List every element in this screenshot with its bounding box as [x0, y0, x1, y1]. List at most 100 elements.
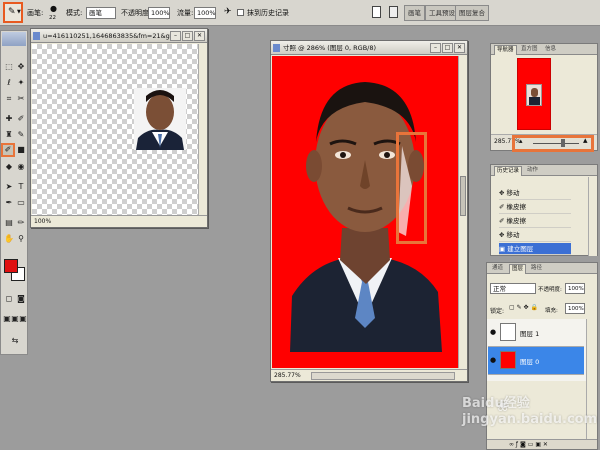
close-button[interactable]: ✕ [194, 31, 205, 41]
lasso-tool-icon[interactable]: ℓ [3, 77, 15, 89]
tab-layers[interactable]: 图层 [509, 264, 527, 274]
lock-icons[interactable]: ▢ ✎ ✥ 🔒 [509, 304, 538, 311]
erase-history-label: 抹到历史记录 [247, 9, 289, 17]
main-zoom[interactable]: 285.77% [274, 372, 301, 379]
erase-history-checkbox[interactable] [237, 9, 244, 16]
eraser-icon: ✎ [8, 7, 16, 17]
tab-layer-comps[interactable]: 图层复合 [455, 5, 489, 21]
main-image-window[interactable]: 寸照 @ 286% (图层 0, RGB/8) – □ ✕ 285.77% [270, 40, 468, 382]
quick-mask-icon[interactable]: ◙ [15, 293, 27, 305]
eraser-tool-preset-button[interactable]: ✎ ▼ [3, 2, 23, 23]
zoom-slider-handle[interactable] [561, 139, 565, 147]
mode-select[interactable]: 画笔 [86, 7, 116, 19]
type-tool-icon[interactable]: T [15, 181, 27, 193]
flow-field[interactable]: 100% [194, 7, 216, 19]
source-scroll-v[interactable] [198, 44, 207, 216]
history-brush-tool-icon[interactable]: ✎ [15, 129, 27, 141]
source-statusbar: 100% [31, 215, 207, 227]
portrait-thumbnail [134, 88, 186, 150]
zoom-in-icon[interactable]: ▴ [583, 136, 588, 146]
minimize-button[interactable]: – [430, 43, 441, 53]
magic-wand-tool-icon[interactable]: ✦ [15, 77, 27, 89]
opacity-field[interactable]: 100% [148, 7, 170, 19]
blur-tool-icon[interactable]: ◆ [3, 161, 15, 173]
screen-mode-3-icon[interactable]: ▣ [17, 313, 29, 325]
layer-mask-icon[interactable]: ◙ [520, 441, 526, 448]
tab-tool-presets[interactable]: 工具预设 [425, 5, 459, 21]
layer-opacity-field[interactable]: 100% [565, 283, 585, 294]
stamp-tool-icon[interactable]: ♜ [3, 129, 15, 141]
zoom-tool-icon[interactable]: ⚲ [15, 233, 27, 245]
layer-row[interactable]: ● 图层 1 [488, 319, 584, 347]
maximize-button[interactable]: □ [442, 43, 453, 53]
eraser-tool-button[interactable]: ✐ [1, 143, 15, 157]
main-scroll-v[interactable] [458, 56, 467, 368]
healing-tool-icon[interactable]: ✚ [3, 113, 15, 125]
pen-tool-icon[interactable]: ✒ [3, 197, 15, 209]
notes-tool-icon[interactable]: ▤ [3, 217, 15, 229]
copy-icon[interactable] [389, 6, 398, 18]
brush-picker[interactable]: ● 22 [48, 0, 62, 26]
source-window-titlebar[interactable]: u=416110251,1646863835&fm=21&g... – □ ✕ [31, 29, 207, 43]
source-zoom[interactable]: 100% [34, 218, 51, 225]
tab-channels[interactable]: 通道 [490, 264, 505, 274]
move-tool-icon[interactable]: ✥ [15, 61, 27, 73]
blend-mode-select[interactable]: 正常 [490, 283, 536, 294]
foreground-color-swatch[interactable] [4, 259, 18, 273]
standard-mode-icon[interactable]: ◻ [3, 293, 15, 305]
main-window-titlebar[interactable]: 寸照 @ 286% (图层 0, RGB/8) – □ ✕ [271, 41, 467, 55]
eye-icon[interactable]: ● [490, 356, 496, 364]
layers-tabs: 通道 图层 路径 [487, 263, 597, 274]
eyedropper-tool-icon[interactable]: ✏ [15, 217, 27, 229]
brush-label: 画笔: [27, 9, 44, 17]
gradient-tool-icon[interactable]: ■ [15, 144, 27, 156]
main-scroll-thumb[interactable] [460, 176, 466, 216]
brush-tool-icon[interactable]: ✐ [15, 113, 27, 125]
new-group-icon[interactable]: ▭ [528, 441, 534, 448]
source-image-window[interactable]: u=416110251,1646863835&fm=21&g... – □ ✕ 10… [30, 28, 208, 228]
flow-label: 流量: [177, 9, 194, 17]
tab-actions[interactable]: 动作 [525, 166, 540, 176]
document-small-icon [273, 44, 280, 52]
tab-paths[interactable]: 路径 [529, 264, 544, 274]
history-item[interactable]: ✥ 移动 [499, 229, 571, 242]
tab-info[interactable]: 信息 [543, 45, 558, 55]
main-canvas[interactable] [272, 56, 458, 368]
jump-to-imageready-icon[interactable]: ⇆ [9, 335, 21, 347]
source-window-title: u=416110251,1646863835&fm=21&g... [43, 32, 177, 40]
history-item[interactable]: ✥ 移动 [499, 187, 571, 200]
main-scroll-h[interactable] [311, 372, 455, 380]
fill-label: 填充: [545, 308, 558, 314]
source-canvas[interactable] [32, 44, 198, 216]
marquee-tool-icon[interactable]: ⬚ [3, 61, 15, 73]
navigator-preview[interactable] [517, 58, 551, 130]
history-scroll-v[interactable] [588, 177, 597, 256]
tab-navigator[interactable]: 导航器 [494, 45, 517, 55]
shape-tool-icon[interactable]: ▭ [15, 197, 27, 209]
new-layer-icon[interactable]: ▣ [535, 441, 541, 448]
history-item[interactable]: ✐ 橡皮擦 [499, 201, 571, 214]
layer-link-icon[interactable]: ∞ [509, 441, 514, 448]
zoom-out-icon[interactable]: ▴ [519, 137, 523, 145]
crop-tool-icon[interactable]: ⌗ [3, 93, 15, 105]
delete-layer-icon[interactable]: ✕ [543, 441, 548, 448]
eye-icon[interactable]: ● [490, 328, 496, 336]
layer-style-icon[interactable]: ƒ [516, 441, 518, 448]
maximize-button[interactable]: □ [182, 31, 193, 41]
path-select-tool-icon[interactable]: ➤ [3, 181, 15, 193]
hand-tool-icon[interactable]: ✋ [3, 233, 15, 245]
tab-histogram[interactable]: 直方图 [519, 45, 540, 55]
dodge-tool-icon[interactable]: ◉ [15, 161, 27, 173]
zoom-slider-track[interactable] [533, 143, 579, 144]
history-item[interactable]: ✐ 橡皮擦 [499, 215, 571, 228]
fill-field[interactable]: 100% [565, 303, 585, 314]
layer-row-selected[interactable]: ● 图层 0 [488, 347, 584, 375]
minimize-button[interactable]: – [170, 31, 181, 41]
history-item-selected[interactable]: ▣ 建立图层 [499, 243, 571, 255]
slice-tool-icon[interactable]: ✂ [15, 93, 27, 105]
airbrush-icon[interactable]: ✈ [224, 7, 232, 17]
tab-brushes[interactable]: 画笔 [404, 5, 425, 21]
document-icon[interactable] [372, 6, 381, 18]
close-button[interactable]: ✕ [454, 43, 465, 53]
tab-history[interactable]: 历史记录 [494, 166, 523, 176]
